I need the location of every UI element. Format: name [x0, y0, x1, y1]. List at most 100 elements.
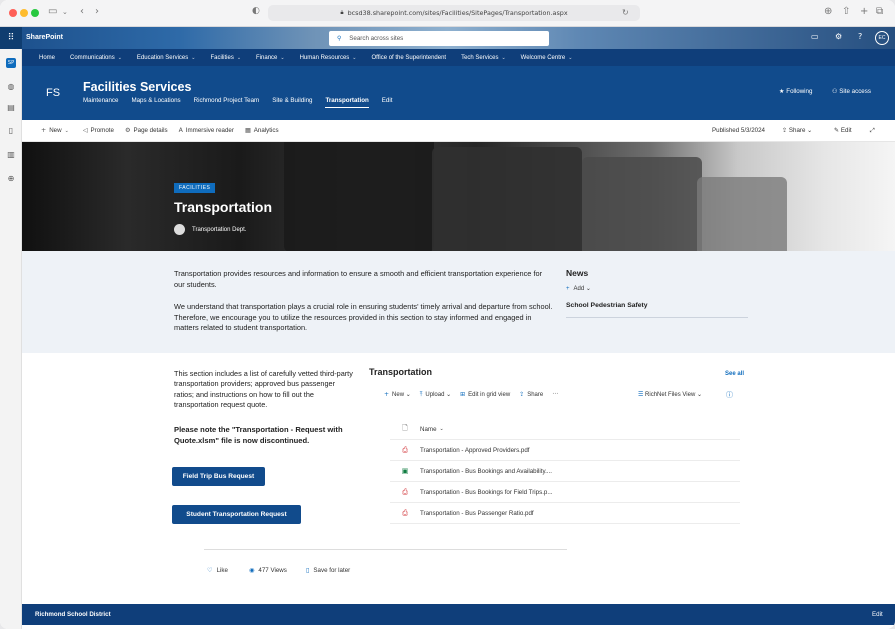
share-icon: ⇪ [782, 127, 789, 134]
site-nav-item[interactable]: Edit [382, 97, 393, 108]
hub-nav-label: Office of the Superintendent [371, 54, 447, 61]
minimize-window-button[interactable] [20, 9, 28, 17]
site-logo[interactable]: FS [46, 87, 60, 99]
immersive-reader-button[interactable]: A Immersive reader [179, 127, 234, 134]
file-name[interactable]: Transportation - Bus Passenger Ratio.pdf [420, 510, 534, 517]
hub-nav-item[interactable]: Home [39, 55, 55, 61]
reload-icon[interactable]: ↻ [622, 8, 629, 17]
see-all-link[interactable]: See all [725, 371, 744, 377]
download-icon[interactable]: ⊕ [824, 6, 832, 17]
settings-icon[interactable]: ⚙ [835, 32, 842, 41]
bookmark-icon: ▯ [306, 567, 310, 574]
hub-nav-item[interactable]: Facilities ⌄ [210, 55, 241, 61]
file-row[interactable]: ⎙ Transportation - Approved Providers.pdf [390, 440, 740, 461]
file-name[interactable]: Transportation - Bus Bookings and Availa… [420, 468, 552, 475]
page-command-bar: + New ⌄ ◁ Promote ⚙ Page details A Immersive … [22, 120, 895, 142]
share-button[interactable]: ⇪ Share ⌄ [782, 127, 812, 134]
site-nav-item[interactable]: Maps & Locations [131, 97, 180, 108]
star-icon: ★ [779, 88, 785, 95]
chevron-down-icon[interactable]: ⌄ [62, 8, 68, 16]
hub-nav-item[interactable]: Welcome Centre ⌄ [521, 55, 573, 61]
edit-button[interactable]: ✎ Edit [834, 127, 852, 134]
info-icon[interactable]: ⓘ [726, 390, 733, 400]
site-nav-item[interactable]: Maintenance [83, 97, 118, 108]
library-new-button[interactable]: + New ⌄ [384, 391, 411, 399]
name-column-header[interactable]: Name [420, 426, 437, 433]
intro-section: Transportation provides resources and in… [22, 251, 895, 353]
hub-nav-label: Tech Services [461, 54, 499, 61]
file-row[interactable]: ▣ Transportation - Bus Bookings and Avail… [390, 461, 740, 482]
file-row[interactable]: ⎙ Transportation - Bus Bookings for Field… [390, 482, 740, 503]
sharepoint-home-icon[interactable]: SP [6, 58, 16, 68]
sidebar-toggle-icon[interactable]: ▭ [48, 6, 57, 17]
zoom-window-button[interactable] [31, 9, 39, 17]
help-icon[interactable]: ? [858, 32, 862, 41]
save-for-later-button[interactable]: ▯ Save for later [306, 567, 350, 574]
footer-edit-link[interactable]: Edit [872, 611, 883, 618]
chevron-down-icon: ⌄ [501, 54, 506, 61]
site-title[interactable]: Facilities Services [83, 80, 191, 94]
view-selector[interactable]: ☰ RichNet Files View ⌄ [638, 391, 702, 398]
field-trip-bus-request-button[interactable]: Field Trip Bus Request [172, 467, 265, 486]
analytics-button[interactable]: ▦ Analytics [245, 127, 279, 134]
author-byline[interactable]: Transportation Dept. [174, 224, 246, 235]
app-launcher-icon[interactable]: ⠿ [0, 27, 22, 49]
globe-icon[interactable]: ◍ [6, 82, 16, 92]
site-nav-item[interactable]: Site & Building [272, 97, 312, 108]
user-avatar[interactable]: EC [875, 31, 889, 45]
hub-nav-item[interactable]: Office of the Superintendent [371, 55, 446, 61]
views-label: 477 Views [258, 567, 287, 574]
edit-grid-view-button[interactable]: ⊞ Edit in grid view [460, 391, 510, 399]
view-label: RichNet Files View [645, 392, 696, 398]
chevron-down-icon: ⌄ [280, 54, 285, 61]
close-window-button[interactable] [9, 9, 17, 17]
library-share-button[interactable]: ⇪ Share [519, 391, 543, 399]
news-add-button[interactable]: + Add ⌄ [566, 285, 591, 292]
like-button[interactable]: ♡ Like [207, 567, 228, 574]
privacy-shield-icon[interactable]: ◐ [252, 6, 260, 16]
pdf-file-icon: ⎙ [402, 508, 408, 517]
chat-icon[interactable]: ▭ [811, 32, 819, 41]
expand-icon[interactable]: ⤢ [870, 127, 875, 135]
file-icon[interactable]: ▯ [6, 126, 16, 136]
topic-badge[interactable]: FACILITIES [174, 183, 216, 193]
sharepoint-brand[interactable]: SharePoint [26, 27, 63, 49]
site-access-button[interactable]: ⚇ Site access [832, 88, 871, 95]
chevron-down-icon: ⌄ [64, 128, 69, 134]
hub-nav-item[interactable]: Tech Services ⌄ [461, 55, 506, 61]
promote-button[interactable]: ◁ Promote [83, 127, 114, 134]
share-icon[interactable]: ⇧ [842, 6, 850, 17]
plus-icon: + [566, 286, 570, 292]
hub-nav-item[interactable]: Education Services ⌄ [137, 55, 196, 61]
address-bar[interactable]: 🔒︎ bcsd38.sharepoint.com/sites/Facilitie… [268, 5, 640, 21]
hub-nav-item[interactable]: Communications ⌄ [70, 55, 122, 61]
tab-overview-icon[interactable]: ⧉ [876, 6, 883, 17]
follow-button[interactable]: ★ Following [779, 88, 812, 95]
more-options-button[interactable]: ··· [552, 391, 558, 399]
search-box[interactable]: ⚲ Search across sites [329, 31, 549, 46]
upload-button[interactable]: ⤒ Upload ⌄ [420, 391, 451, 399]
forward-icon[interactable]: › [95, 6, 99, 17]
file-row[interactable]: ⎙ Transportation - Bus Passenger Ratio.pd… [390, 503, 740, 524]
page-details-button[interactable]: ⚙ Page details [125, 127, 168, 134]
site-nav-item[interactable]: Richmond Project Team [194, 97, 260, 108]
site-nav-item[interactable]: Transportation [325, 97, 369, 108]
plus-icon: + [384, 391, 390, 398]
hub-nav-item[interactable]: Human Resources ⌄ [300, 55, 357, 61]
hub-navigation: Home Communications ⌄ Education Services ⌄ Fa… [22, 49, 895, 66]
suite-bar: ⠿ SharePoint ⚲ Search across sites ▭ ⚙ ?… [0, 27, 895, 49]
student-transportation-request-button[interactable]: Student Transportation Request [172, 505, 301, 524]
back-icon[interactable]: ‹ [80, 6, 84, 17]
library-title[interactable]: Transportation [369, 367, 432, 377]
file-name[interactable]: Transportation - Bus Bookings for Field … [420, 489, 553, 496]
news-item[interactable]: School Pedestrian Safety [566, 302, 748, 318]
news-heading: News [566, 268, 589, 278]
new-tab-icon[interactable]: + [860, 6, 868, 17]
list-icon[interactable]: ▥ [6, 150, 16, 160]
create-icon[interactable]: ⊕ [6, 174, 16, 184]
site-icon[interactable]: ▤ [6, 103, 16, 113]
chevron-down-icon: ⌄ [191, 54, 196, 61]
hub-nav-item[interactable]: Finance ⌄ [256, 55, 285, 61]
new-button[interactable]: + New ⌄ [41, 127, 72, 134]
file-name[interactable]: Transportation - Approved Providers.pdf [420, 447, 529, 454]
